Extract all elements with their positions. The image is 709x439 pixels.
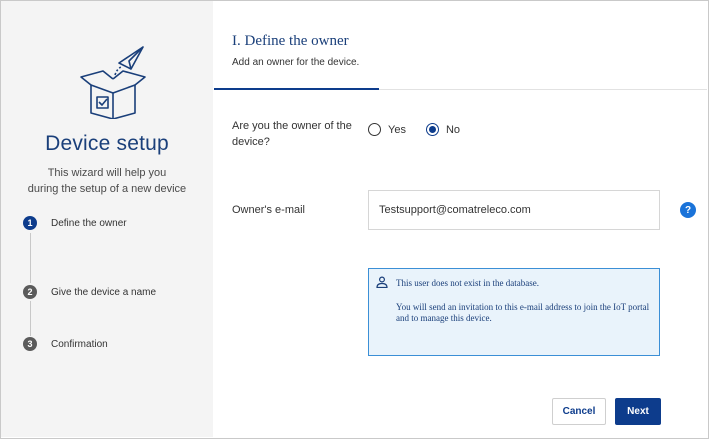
email-label: Owner's e-mail (232, 204, 306, 216)
step-number: 3 (23, 337, 37, 351)
owner-question-label: Are you the owner of the device? (232, 120, 352, 148)
step-title: I. Define the owner (232, 33, 349, 49)
radio-circle-checked (425, 123, 439, 136)
step-number: 2 (23, 285, 37, 299)
owner-no-radio[interactable]: No (425, 123, 461, 136)
user-not-found-info-box: This user does not exist in the database… (368, 268, 660, 356)
user-icon (376, 276, 388, 288)
radio-circle (368, 123, 381, 136)
owner-email-input[interactable] (368, 190, 660, 230)
step-confirmation[interactable]: 3 Confirmation (23, 337, 108, 351)
step-give-name[interactable]: 2 Give the device a name (23, 285, 156, 299)
info-title: This user does not exist in the database… (396, 278, 539, 288)
wizard-subtitle-line-1: This wizard will help you (47, 167, 167, 179)
step-subtitle: Add an owner for the device. (232, 57, 360, 68)
step-header: I. Define the owner Add an owner for the… (214, 1, 707, 89)
step-label: Give the device a name (51, 286, 157, 298)
cancel-button[interactable]: Cancel (552, 398, 606, 425)
help-icon[interactable]: ? (680, 202, 696, 218)
step-define-owner[interactable]: 1 Define the owner (23, 216, 127, 230)
info-body: You will send an invitation to this e-ma… (396, 302, 650, 323)
step-connector (30, 233, 31, 283)
wizard-subtitle: This wizard will help you during the set… (1, 165, 213, 197)
radio-dot (428, 126, 436, 133)
owner-yes-radio[interactable]: Yes (368, 123, 406, 136)
step-label: Define the owner (51, 217, 127, 229)
radio-label: No (445, 123, 461, 136)
open-box-with-paper-plane-icon (80, 46, 146, 119)
step-header-underline (214, 88, 379, 90)
step-number: 1 (23, 216, 37, 230)
header-divider (379, 89, 707, 90)
wizard-subtitle-line-2: during the setup of a new device (27, 183, 187, 195)
step-connector (30, 301, 31, 336)
step-label: Confirmation (51, 338, 108, 350)
owner-radio-group: Yes No (368, 123, 480, 136)
wizard-title: Device setup (45, 132, 169, 155)
radio-label: Yes (388, 123, 406, 136)
wizard-sidebar: Device setup This wizard will help you d… (1, 1, 213, 437)
next-button[interactable]: Next (615, 398, 661, 425)
